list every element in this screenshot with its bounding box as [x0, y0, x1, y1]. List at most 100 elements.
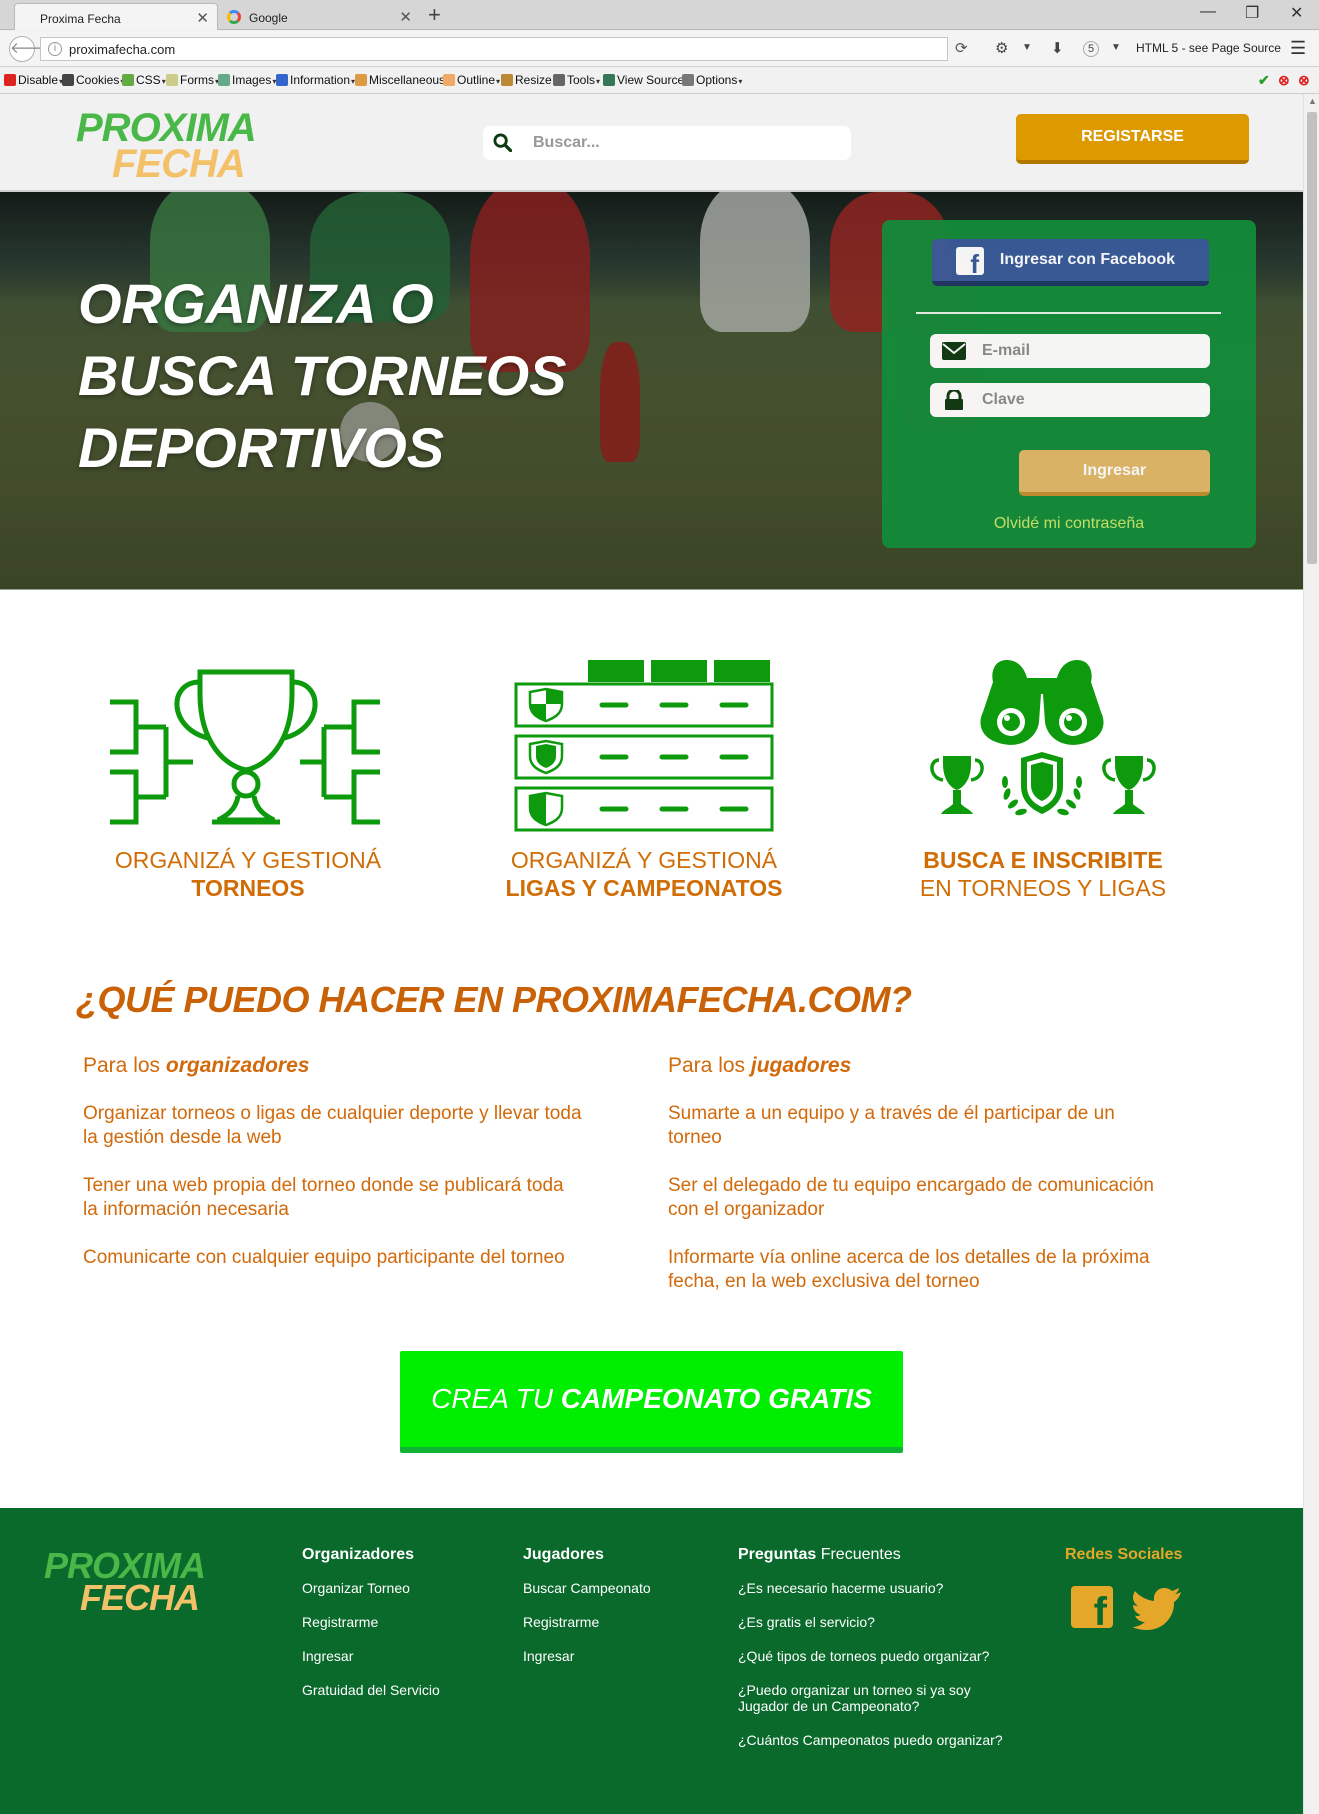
login-submit-button[interactable]: Ingresar: [1019, 450, 1210, 496]
list-item: Comunicarte con cualquier equipo partici…: [83, 1247, 565, 1268]
toolbar-item-view-source[interactable]: View Source▾: [603, 73, 689, 87]
twitter-icon[interactable]: [1133, 1586, 1183, 1630]
information-icon: [276, 74, 288, 86]
toolbar-item-label: Forms: [180, 73, 214, 87]
chevron-down-icon[interactable]: ▼: [1111, 42, 1121, 53]
toolbar-item-disable[interactable]: Disable▾: [4, 73, 63, 87]
faq-link[interactable]: ¿Qué tipos de torneos puedo organizar?: [738, 1648, 1006, 1664]
toolbar-item-cookies[interactable]: Cookies▾: [62, 73, 124, 87]
forgot-password-link[interactable]: Olvidé mi contraseña: [882, 515, 1256, 533]
footer-heading: Preguntas Frecuentes: [738, 1546, 1006, 1564]
footer-faq: Preguntas Frecuentes ¿Es necesario hacer…: [738, 1546, 1006, 1766]
facebook-icon: f: [956, 247, 984, 279]
check-icon[interactable]: ✔: [1258, 72, 1270, 89]
chevron-down-icon: ▾: [596, 77, 601, 86]
faq-link[interactable]: ¿Es gratis el servicio?: [738, 1614, 1006, 1630]
url-text: proximafecha.com: [69, 42, 176, 57]
cta-bold-text: CAMPEONATO GRATIS: [560, 1383, 872, 1414]
url-field[interactable]: i proximafecha.com: [40, 37, 948, 61]
forms-icon: [166, 74, 178, 86]
close-tab-icon[interactable]: ✕: [196, 9, 209, 27]
error-icon[interactable]: ⊗: [1278, 72, 1290, 89]
css-icon: [122, 74, 134, 86]
toolbar-item-information[interactable]: Information▾: [276, 73, 355, 87]
tab-google[interactable]: Google ✕: [224, 3, 420, 30]
addon-icon[interactable]: ⚙: [995, 39, 1008, 57]
footer-players: Jugadores Buscar Campeonato Registrarme …: [523, 1546, 651, 1682]
toolbar-item-forms[interactable]: Forms▾: [166, 73, 219, 87]
site-logo[interactable]: PROXIMA FECHA: [76, 108, 257, 186]
menu-icon[interactable]: ☰: [1290, 38, 1306, 59]
scrollbar-thumb[interactable]: [1307, 112, 1317, 564]
reload-icon[interactable]: ⟳: [955, 39, 968, 57]
restore-icon[interactable]: ❐: [1245, 3, 1259, 23]
feature-caption-line: LIGAS Y CAMPEONATOS: [505, 875, 783, 901]
facebook-icon[interactable]: f: [1071, 1586, 1113, 1634]
league-table-icon: [514, 660, 774, 832]
lock-icon: [945, 390, 963, 410]
footer-link[interactable]: Ingresar: [523, 1648, 651, 1664]
scroll-up-icon[interactable]: ▲: [1308, 96, 1317, 106]
logo-line-2: FECHA: [112, 142, 246, 186]
list-item: Organizar torneos o ligas de cualquier d…: [83, 1103, 582, 1148]
resize-icon: [501, 74, 513, 86]
tab-proxima-fecha[interactable]: Proxima Fecha ✕: [14, 3, 218, 30]
toolbar-item-miscellaneous[interactable]: Miscellaneous▾: [355, 73, 450, 87]
toolbar-item-images[interactable]: Images▾: [218, 73, 276, 87]
new-tab-icon[interactable]: +: [428, 2, 441, 28]
footer-link[interactable]: Ingresar: [302, 1648, 440, 1664]
feature-caption: ORGANIZÁ Y GESTIONÁ LIGAS Y CAMPEONATOS: [444, 846, 844, 902]
toolbar-item-label: Options: [696, 73, 738, 87]
password-input[interactable]: [980, 383, 1200, 417]
footer-link[interactable]: Registrarme: [523, 1614, 651, 1630]
create-championship-button[interactable]: CREA TU CAMPEONATO GRATIS: [400, 1351, 903, 1453]
hero-title-line: BUSCA TORNEOS: [78, 344, 567, 407]
toolbar-item-label: Outline: [457, 73, 496, 87]
footer-heading: Organizadores: [302, 1546, 415, 1563]
envelope-icon: [942, 342, 966, 360]
feature-caption-line: EN TORNEOS Y LIGAS: [919, 875, 1167, 901]
faq-link[interactable]: ¿Cuántos Campeonatos puedo organizar?: [738, 1732, 1006, 1748]
email-input[interactable]: [980, 334, 1200, 368]
list-item: Tener una web propia del torneo donde se…: [83, 1175, 564, 1220]
cookies-icon: [62, 74, 74, 86]
download-icon[interactable]: ⬇: [1051, 39, 1064, 57]
html5-label[interactable]: HTML 5 - see Page Source: [1136, 41, 1281, 55]
close-tab-icon[interactable]: ✕: [399, 8, 412, 26]
tournament-bracket-icon: [110, 669, 380, 825]
view-source-icon: [603, 74, 615, 86]
faq-link[interactable]: ¿Es necesario hacerme usuario?: [738, 1580, 1006, 1596]
feature-caption-line: ORGANIZÁ Y GESTIONÁ: [114, 847, 382, 873]
footer-link[interactable]: Organizar Torneo: [302, 1580, 440, 1596]
facebook-login-button[interactable]: f Ingresar con Facebook: [932, 239, 1209, 286]
hero-title-line: DEPORTIVOS: [78, 416, 445, 479]
faq-link[interactable]: ¿Puedo organizar un torneo si ya soy Jug…: [738, 1682, 1006, 1714]
toolbar-item-resize[interactable]: Resize▾: [501, 73, 557, 87]
error-icon[interactable]: ⊗: [1298, 72, 1310, 89]
window-close-icon[interactable]: ✕: [1290, 3, 1303, 23]
toolbar-item-options[interactable]: Options▾: [682, 73, 742, 87]
footer-logo[interactable]: PROXIMA FECHA: [44, 1548, 206, 1616]
toolbar-item-outline[interactable]: Outline▾: [443, 73, 500, 87]
feature-caption-line: TORNEOS: [191, 875, 305, 901]
disable-icon: [4, 74, 16, 86]
address-bar: 🡐 i proximafecha.com ⟳ ⚙ ▼ ⬇ 5 ▼ HTML 5 …: [0, 31, 1319, 67]
images-icon: [218, 74, 230, 86]
page-scrollbar[interactable]: ▲: [1303, 94, 1319, 1814]
extension-icon[interactable]: 5: [1083, 41, 1099, 57]
footer-link[interactable]: Registrarme: [302, 1614, 440, 1630]
browser-chrome: Proxima Fecha ✕ Google ✕ + — ❐ ✕ 🡐 i pro…: [0, 0, 1319, 94]
footer-link[interactable]: Gratuidad del Servicio: [302, 1682, 440, 1698]
toolbar-item-css[interactable]: CSS▾: [122, 73, 166, 87]
chevron-down-icon: ▾: [496, 77, 501, 86]
info-icon[interactable]: i: [48, 42, 62, 56]
binoculars-trophies-icon: [930, 660, 1156, 816]
footer-link[interactable]: Buscar Campeonato: [523, 1580, 651, 1596]
google-icon: [227, 10, 241, 24]
minimize-icon[interactable]: —: [1200, 3, 1216, 21]
chevron-down-icon[interactable]: ▼: [1022, 42, 1032, 53]
toolbar-item-tools[interactable]: Tools▾: [553, 73, 600, 87]
search-input[interactable]: [531, 126, 841, 160]
register-button[interactable]: REGISTARSE: [1016, 114, 1249, 164]
back-arrow-icon[interactable]: 🡐: [9, 36, 50, 62]
